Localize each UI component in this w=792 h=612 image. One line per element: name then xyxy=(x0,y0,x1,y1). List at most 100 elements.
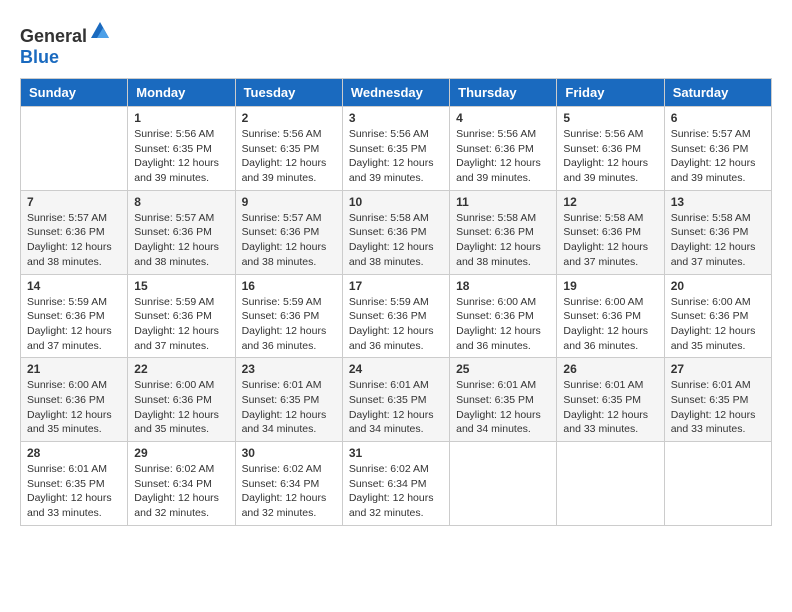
day-info: Sunrise: 5:56 AMSunset: 6:35 PMDaylight:… xyxy=(134,127,228,186)
day-info: Sunrise: 5:58 AMSunset: 6:36 PMDaylight:… xyxy=(349,211,443,270)
day-info: Sunrise: 5:57 AMSunset: 6:36 PMDaylight:… xyxy=(242,211,336,270)
calendar-cell xyxy=(557,442,664,526)
day-info: Sunrise: 5:57 AMSunset: 6:36 PMDaylight:… xyxy=(27,211,121,270)
day-info: Sunrise: 6:00 AMSunset: 6:36 PMDaylight:… xyxy=(27,378,121,437)
calendar-cell: 7 Sunrise: 5:57 AMSunset: 6:36 PMDaylight… xyxy=(21,190,128,274)
day-number: 12 xyxy=(563,195,657,209)
calendar-day-header: Sunday xyxy=(21,79,128,107)
calendar-week-row: 14 Sunrise: 5:59 AMSunset: 6:36 PMDayligh… xyxy=(21,274,772,358)
day-info: Sunrise: 5:57 AMSunset: 6:36 PMDaylight:… xyxy=(671,127,765,186)
day-info: Sunrise: 6:01 AMSunset: 6:35 PMDaylight:… xyxy=(671,378,765,437)
calendar-cell: 11 Sunrise: 5:58 AMSunset: 6:36 PMDayligh… xyxy=(450,190,557,274)
day-info: Sunrise: 6:01 AMSunset: 6:35 PMDaylight:… xyxy=(349,378,443,437)
day-info: Sunrise: 5:56 AMSunset: 6:35 PMDaylight:… xyxy=(349,127,443,186)
calendar-cell: 29 Sunrise: 6:02 AMSunset: 6:34 PMDayligh… xyxy=(128,442,235,526)
calendar-cell: 22 Sunrise: 6:00 AMSunset: 6:36 PMDayligh… xyxy=(128,358,235,442)
calendar-cell xyxy=(664,442,771,526)
calendar-cell: 12 Sunrise: 5:58 AMSunset: 6:36 PMDayligh… xyxy=(557,190,664,274)
calendar-cell: 15 Sunrise: 5:59 AMSunset: 6:36 PMDayligh… xyxy=(128,274,235,358)
day-number: 31 xyxy=(349,446,443,460)
day-number: 21 xyxy=(27,362,121,376)
day-info: Sunrise: 5:56 AMSunset: 6:35 PMDaylight:… xyxy=(242,127,336,186)
day-info: Sunrise: 5:58 AMSunset: 6:36 PMDaylight:… xyxy=(563,211,657,270)
calendar-cell: 17Sunrise: 5:59 AMSunset: 6:36 PMDayligh… xyxy=(342,274,449,358)
calendar-cell: 21 Sunrise: 6:00 AMSunset: 6:36 PMDayligh… xyxy=(21,358,128,442)
logo-blue: Blue xyxy=(20,47,59,67)
calendar-cell: 27 Sunrise: 6:01 AMSunset: 6:35 PMDayligh… xyxy=(664,358,771,442)
day-number: 20 xyxy=(671,279,765,293)
day-number: 27 xyxy=(671,362,765,376)
calendar-cell: 26 Sunrise: 6:01 AMSunset: 6:35 PMDayligh… xyxy=(557,358,664,442)
calendar-cell: 30Sunrise: 6:02 AMSunset: 6:34 PMDayligh… xyxy=(235,442,342,526)
day-number: 6 xyxy=(671,111,765,125)
day-info: Sunrise: 5:58 AMSunset: 6:36 PMDaylight:… xyxy=(671,211,765,270)
day-number: 23 xyxy=(242,362,336,376)
day-number: 3 xyxy=(349,111,443,125)
day-number: 8 xyxy=(134,195,228,209)
day-number: 4 xyxy=(456,111,550,125)
calendar-cell: 28 Sunrise: 6:01 AMSunset: 6:35 PMDayligh… xyxy=(21,442,128,526)
day-info: Sunrise: 5:59 AMSunset: 6:36 PMDaylight:… xyxy=(349,295,443,354)
calendar-cell: 13 Sunrise: 5:58 AMSunset: 6:36 PMDayligh… xyxy=(664,190,771,274)
logo: General Blue xyxy=(20,20,111,68)
day-info: Sunrise: 6:00 AMSunset: 6:36 PMDaylight:… xyxy=(134,378,228,437)
day-info: Sunrise: 6:02 AMSunset: 6:34 PMDaylight:… xyxy=(134,462,228,521)
calendar-cell: 3 Sunrise: 5:56 AMSunset: 6:35 PMDaylight… xyxy=(342,107,449,191)
calendar-cell: 6 Sunrise: 5:57 AMSunset: 6:36 PMDaylight… xyxy=(664,107,771,191)
day-number: 10 xyxy=(349,195,443,209)
calendar-day-header: Saturday xyxy=(664,79,771,107)
calendar-cell xyxy=(21,107,128,191)
calendar-cell: 19Sunrise: 6:00 AMSunset: 6:36 PMDayligh… xyxy=(557,274,664,358)
calendar-cell: 9 Sunrise: 5:57 AMSunset: 6:36 PMDaylight… xyxy=(235,190,342,274)
calendar-week-row: 7 Sunrise: 5:57 AMSunset: 6:36 PMDaylight… xyxy=(21,190,772,274)
day-number: 13 xyxy=(671,195,765,209)
day-info: Sunrise: 6:02 AMSunset: 6:34 PMDaylight:… xyxy=(349,462,443,521)
day-number: 18 xyxy=(456,279,550,293)
day-number: 26 xyxy=(563,362,657,376)
day-info: Sunrise: 5:56 AMSunset: 6:36 PMDaylight:… xyxy=(456,127,550,186)
day-info: Sunrise: 5:56 AMSunset: 6:36 PMDaylight:… xyxy=(563,127,657,186)
day-number: 9 xyxy=(242,195,336,209)
calendar-day-header: Tuesday xyxy=(235,79,342,107)
day-info: Sunrise: 6:01 AMSunset: 6:35 PMDaylight:… xyxy=(27,462,121,521)
day-number: 24 xyxy=(349,362,443,376)
calendar-cell: 23 Sunrise: 6:01 AMSunset: 6:35 PMDayligh… xyxy=(235,358,342,442)
day-info: Sunrise: 6:00 AMSunset: 6:36 PMDaylight:… xyxy=(563,295,657,354)
day-number: 7 xyxy=(27,195,121,209)
calendar-cell: 8 Sunrise: 5:57 AMSunset: 6:36 PMDaylight… xyxy=(128,190,235,274)
calendar-cell: 24 Sunrise: 6:01 AMSunset: 6:35 PMDayligh… xyxy=(342,358,449,442)
day-info: Sunrise: 6:01 AMSunset: 6:35 PMDaylight:… xyxy=(456,378,550,437)
day-number: 29 xyxy=(134,446,228,460)
calendar-cell: 14Sunrise: 5:59 AMSunset: 6:36 PMDayligh… xyxy=(21,274,128,358)
day-number: 22 xyxy=(134,362,228,376)
day-number: 28 xyxy=(27,446,121,460)
day-number: 15 xyxy=(134,279,228,293)
day-number: 14 xyxy=(27,279,121,293)
calendar-cell: 31 Sunrise: 6:02 AMSunset: 6:34 PMDayligh… xyxy=(342,442,449,526)
logo-icon xyxy=(89,20,111,42)
day-info: Sunrise: 5:59 AMSunset: 6:36 PMDaylight:… xyxy=(242,295,336,354)
day-number: 25 xyxy=(456,362,550,376)
logo-general: General xyxy=(20,26,87,46)
day-number: 11 xyxy=(456,195,550,209)
day-number: 5 xyxy=(563,111,657,125)
page-header: General Blue xyxy=(20,20,772,68)
calendar-cell: 20 Sunrise: 6:00 AMSunset: 6:36 PMDayligh… xyxy=(664,274,771,358)
day-info: Sunrise: 6:00 AMSunset: 6:36 PMDaylight:… xyxy=(671,295,765,354)
day-number: 16 xyxy=(242,279,336,293)
calendar-table: SundayMondayTuesdayWednesdayThursdayFrid… xyxy=(20,78,772,526)
day-info: Sunrise: 5:58 AMSunset: 6:36 PMDaylight:… xyxy=(456,211,550,270)
calendar-cell: 25 Sunrise: 6:01 AMSunset: 6:35 PMDayligh… xyxy=(450,358,557,442)
calendar-day-header: Friday xyxy=(557,79,664,107)
day-number: 1 xyxy=(134,111,228,125)
day-info: Sunrise: 5:59 AMSunset: 6:36 PMDaylight:… xyxy=(134,295,228,354)
calendar-cell: 16 Sunrise: 5:59 AMSunset: 6:36 PMDayligh… xyxy=(235,274,342,358)
day-info: Sunrise: 6:01 AMSunset: 6:35 PMDaylight:… xyxy=(242,378,336,437)
calendar-cell: 18Sunrise: 6:00 AMSunset: 6:36 PMDayligh… xyxy=(450,274,557,358)
day-info: Sunrise: 5:57 AMSunset: 6:36 PMDaylight:… xyxy=(134,211,228,270)
calendar-week-row: 28 Sunrise: 6:01 AMSunset: 6:35 PMDayligh… xyxy=(21,442,772,526)
calendar-cell: 1 Sunrise: 5:56 AMSunset: 6:35 PMDaylight… xyxy=(128,107,235,191)
day-info: Sunrise: 6:01 AMSunset: 6:35 PMDaylight:… xyxy=(563,378,657,437)
calendar-cell: 5 Sunrise: 5:56 AMSunset: 6:36 PMDaylight… xyxy=(557,107,664,191)
day-info: Sunrise: 6:02 AMSunset: 6:34 PMDaylight:… xyxy=(242,462,336,521)
